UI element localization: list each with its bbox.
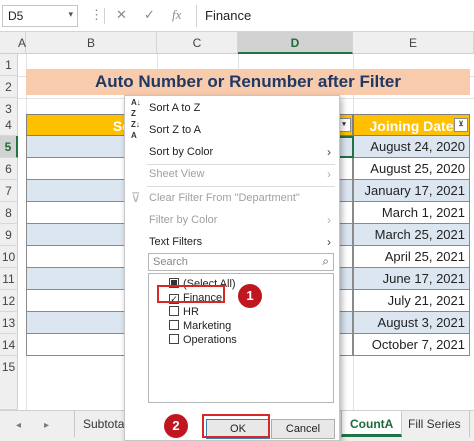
- sheet-title: Auto Number or Renumber after Filter: [94, 72, 402, 91]
- menu-label: Sort by Color: [149, 146, 214, 158]
- row-header[interactable]: 12: [0, 290, 18, 312]
- formula-input[interactable]: Finance: [196, 5, 470, 27]
- ok-highlight-box: [202, 414, 270, 438]
- filter-search-input[interactable]: Search ⌕: [148, 253, 334, 271]
- joining-date-cell[interactable]: July 21, 2021: [353, 290, 470, 312]
- formula-bar-divider: [104, 8, 105, 24]
- submenu-arrow-icon: ›: [327, 167, 331, 181]
- clear-filter-icon: ⊽: [131, 190, 141, 205]
- column-header-bar: A B C D E: [0, 32, 474, 54]
- sort-z-a-icon: Z↓A: [131, 120, 140, 140]
- step-badge-2: 2: [164, 414, 188, 438]
- name-box[interactable]: D5 ▾: [2, 5, 78, 27]
- submenu-arrow-icon: ›: [327, 213, 331, 227]
- submenu-arrow-icon: ›: [327, 235, 331, 249]
- joining-date-cell[interactable]: August 3, 2021: [353, 312, 470, 334]
- checkbox[interactable]: [169, 334, 179, 344]
- row-header[interactable]: 6: [0, 158, 18, 180]
- cancel-button[interactable]: Cancel: [271, 419, 335, 439]
- sheet-tab-fill-series[interactable]: Fill Series: [400, 411, 470, 437]
- insert-function-icon[interactable]: fx: [172, 7, 181, 23]
- tab-scroll-right-icon[interactable]: ▸: [44, 420, 49, 431]
- menu-label: Sort A to Z: [149, 102, 201, 114]
- menu-item-text-filters[interactable]: Text Filters ›: [125, 231, 339, 253]
- menu-item-filter-by-color: Filter by Color ›: [125, 209, 339, 231]
- row-header[interactable]: 14: [0, 334, 18, 356]
- row-header[interactable]: 11: [0, 268, 18, 290]
- column-header-c[interactable]: C: [157, 32, 238, 54]
- row-header[interactable]: 2: [0, 76, 18, 98]
- list-item-hr[interactable]: HR: [169, 305, 199, 319]
- search-icon: ⌕: [322, 254, 329, 268]
- filter-dropdown-menu: A↓Z Sort A to Z Z↓A Sort Z to A Sort by …: [124, 95, 340, 441]
- list-item-label: Operations: [183, 334, 237, 346]
- enter-check-icon[interactable]: ✓: [144, 7, 155, 23]
- menu-label: Filter by Color: [149, 214, 218, 226]
- more-options-icon[interactable]: ⋮: [90, 7, 103, 23]
- tab-scroll-left-icon[interactable]: ◂: [16, 420, 21, 431]
- sheet-tab-counta[interactable]: CountA: [341, 411, 403, 437]
- row-header[interactable]: 10: [0, 246, 18, 268]
- sort-a-z-icon: A↓Z: [131, 98, 141, 118]
- checkbox[interactable]: [169, 306, 179, 316]
- list-item-label: HR: [183, 306, 199, 318]
- cancel-icon[interactable]: ✕: [116, 7, 127, 23]
- finance-highlight-box: [157, 285, 225, 303]
- list-item-marketing[interactable]: Marketing: [169, 319, 231, 333]
- menu-item-sort-a-z[interactable]: A↓Z Sort A to Z: [125, 97, 339, 119]
- joining-date-cell[interactable]: March 1, 2021: [353, 202, 470, 224]
- joining-date-header: Joining Date ⊻: [353, 114, 470, 136]
- name-box-value: D5: [8, 9, 24, 23]
- submenu-arrow-icon: ›: [327, 145, 331, 159]
- joining-date-cell[interactable]: March 25, 2021: [353, 224, 470, 246]
- menu-label: Text Filters: [149, 236, 203, 248]
- step-badge-1: 1: [238, 284, 262, 308]
- joining-date-cell[interactable]: April 25, 2021: [353, 246, 470, 268]
- row-header[interactable]: 4: [0, 114, 18, 136]
- list-item-label: Marketing: [183, 320, 232, 332]
- menu-item-sheet-view: Sheet View ›: [125, 163, 339, 185]
- row-header[interactable]: 7: [0, 180, 18, 202]
- row-header-selected[interactable]: 5: [0, 136, 18, 158]
- row-header[interactable]: 9: [0, 224, 18, 246]
- formula-bar: D5 ▾ ⋮ ✕ ✓ fx Finance: [0, 0, 474, 32]
- menu-item-clear-filter: ⊽ Clear Filter From "Department": [125, 187, 339, 209]
- list-item-operations[interactable]: Operations: [169, 333, 237, 347]
- menu-label: Sort Z to A: [149, 124, 201, 136]
- column-header-d[interactable]: D: [238, 32, 353, 54]
- joining-date-header-label: Joining Date: [369, 118, 454, 134]
- menu-item-sort-by-color[interactable]: Sort by Color ›: [125, 141, 339, 163]
- row-header[interactable]: 8: [0, 202, 18, 224]
- checkbox[interactable]: [169, 320, 179, 330]
- column-header-b[interactable]: B: [26, 32, 157, 54]
- chevron-down-icon[interactable]: ▾: [68, 9, 73, 20]
- joining-date-cell[interactable]: January 17, 2021: [353, 180, 470, 202]
- joining-date-cell[interactable]: October 7, 2021: [353, 334, 470, 356]
- menu-label: Clear Filter From "Department": [149, 192, 300, 204]
- filter-active-icon[interactable]: ⊻: [454, 118, 468, 132]
- row-header[interactable]: 15: [0, 356, 18, 410]
- menu-label: Sheet View: [149, 168, 205, 180]
- joining-date-cell[interactable]: August 24, 2020: [353, 136, 470, 158]
- menu-item-sort-z-a[interactable]: Z↓A Sort Z to A: [125, 119, 339, 141]
- column-header-e[interactable]: E: [353, 32, 474, 54]
- joining-date-cell[interactable]: June 17, 2021: [353, 268, 470, 290]
- column-header-a[interactable]: A: [18, 32, 26, 54]
- search-placeholder: Search: [153, 256, 188, 268]
- joining-date-cell[interactable]: August 25, 2020: [353, 158, 470, 180]
- row-header[interactable]: 13: [0, 312, 18, 334]
- row-header[interactable]: 1: [0, 54, 18, 76]
